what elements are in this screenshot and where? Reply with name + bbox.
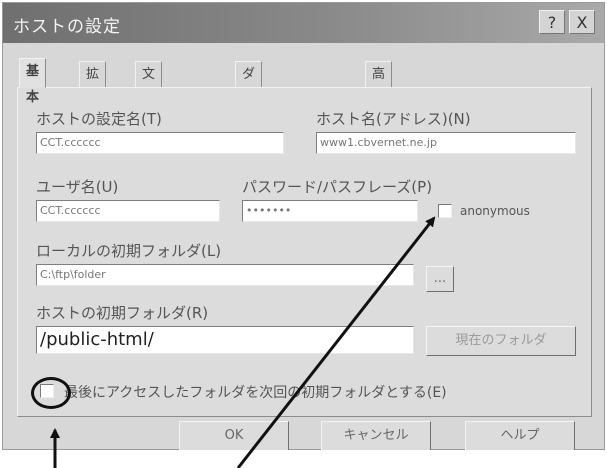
- tab-dialup[interactable]: ダイアルアップ: [235, 61, 263, 238]
- checkbox-highlight-circle: [31, 377, 71, 409]
- username-field[interactable]: CCT.cccccc: [36, 200, 220, 222]
- host-name-label: ホスト名(アドレス)(N): [316, 110, 471, 128]
- host-initial-folder-field[interactable]: /public-html/: [36, 326, 414, 354]
- username-label: ユーザ名(U): [36, 178, 119, 196]
- local-initial-folder-label: ローカルの初期フォルダ(L): [36, 242, 222, 260]
- basic-panel: ホストの設定名(T) CCT.cccccc ホスト名(アドレス)(N) www1…: [17, 87, 592, 417]
- anonymous-checkbox[interactable]: [438, 204, 452, 218]
- host-setting-name-label: ホストの設定名(T): [36, 110, 162, 128]
- anonymous-label: anonymous: [460, 204, 530, 218]
- tab-charset[interactable]: 文字コード: [135, 61, 163, 186]
- host-name-field[interactable]: www1.cbvernet.ne.jp: [316, 132, 576, 154]
- local-initial-folder-field[interactable]: C:\ftp\folder: [36, 264, 414, 286]
- last-folder-label: 最後にアクセスしたフォルダを次回の初期フォルダとする(E): [64, 385, 447, 401]
- tab-advanced[interactable]: 高度: [365, 61, 393, 108]
- help-button[interactable]: ヘルプ: [465, 421, 575, 451]
- host-setting-name-field[interactable]: CCT.cccccc: [36, 132, 284, 154]
- help-title-button[interactable]: ?: [539, 10, 565, 34]
- close-title-button[interactable]: X: [569, 10, 595, 34]
- title-bar[interactable]: ホストの設定 ? X: [3, 3, 604, 43]
- current-folder-button[interactable]: 現在のフォルダ: [426, 326, 576, 356]
- tab-basic[interactable]: 基本: [19, 58, 47, 105]
- tab-extended[interactable]: 拡張: [79, 61, 107, 108]
- cancel-button[interactable]: キャンセル: [321, 421, 431, 451]
- host-settings-dialog: ホストの設定 ? X 基本 拡張 文字コード ダイアルアップ 高度 ホストの設定…: [2, 2, 605, 451]
- host-initial-folder-label: ホストの初期フォルダ(R): [36, 304, 209, 322]
- password-field[interactable]: •••••••: [242, 200, 418, 222]
- password-label: パスワード/パスフレーズ(P): [242, 178, 433, 196]
- ok-button[interactable]: OK: [179, 421, 289, 451]
- browse-local-folder-button[interactable]: ...: [426, 266, 454, 292]
- window-title: ホストの設定: [13, 17, 121, 37]
- page-background: [0, 450, 607, 468]
